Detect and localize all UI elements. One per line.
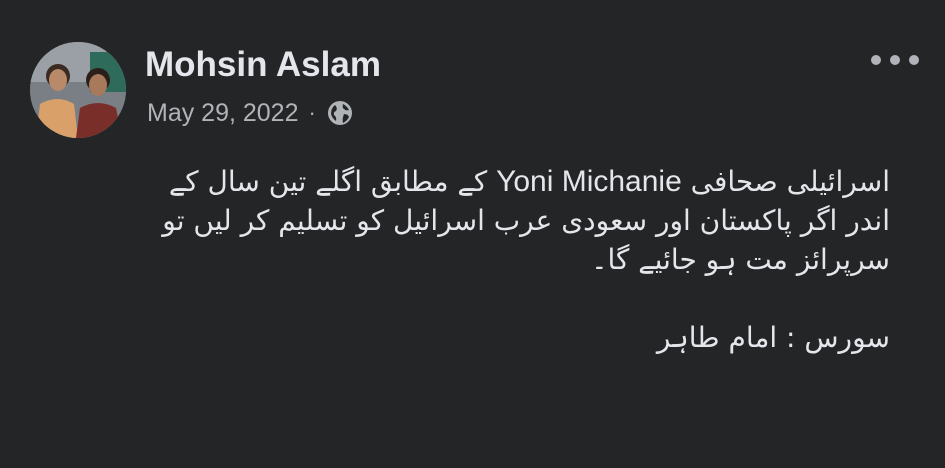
post-text-line: سرپرائز مت ہو جائیے گا۔ — [591, 243, 890, 276]
person-name: Yoni Michanie — [496, 165, 682, 198]
post-meta: May 29, 2022 · — [147, 96, 354, 130]
post-text-segment: اسرائیلی صحافی — [690, 165, 890, 198]
dot-icon — [871, 55, 881, 65]
author-name[interactable]: Mohsin Aslam — [145, 42, 381, 88]
post-text-blank-line — [30, 279, 890, 318]
author-avatar[interactable] — [30, 42, 126, 138]
globe-icon[interactable] — [326, 99, 354, 127]
post-date[interactable]: May 29, 2022 — [147, 99, 299, 128]
more-options-icon[interactable] — [871, 46, 919, 74]
post-text-line: اسرائیلی صحافی Yoni Michanie کے مطابق اگ… — [30, 162, 890, 201]
dot-icon — [909, 55, 919, 65]
post-source-line: سورس : امام طاہر — [656, 321, 890, 354]
meta-separator: · — [308, 100, 316, 125]
facebook-post: Mohsin Aslam May 29, 2022 · اسرائیلی صحا… — [0, 0, 945, 468]
avatar-photo — [30, 42, 126, 138]
dot-icon — [890, 55, 900, 65]
post-text-segment: کے مطابق اگلے تین سال کے — [168, 165, 488, 198]
post-text: اسرائیلی صحافی Yoni Michanie کے مطابق اگ… — [30, 162, 890, 357]
post-text-line: اندر اگر پاکستان اور سعودی عرب اسرائیل ک… — [162, 204, 890, 237]
